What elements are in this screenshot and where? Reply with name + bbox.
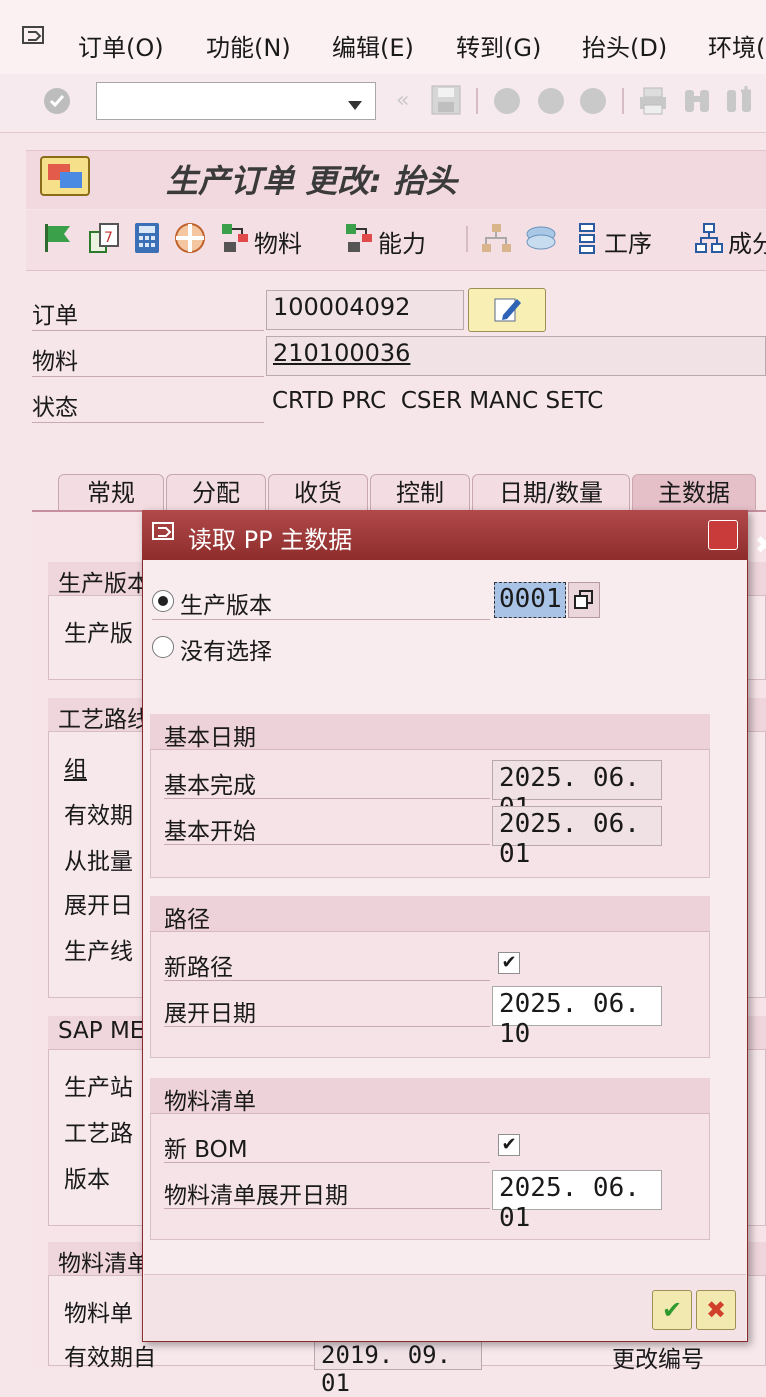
- menu-edit[interactable]: 编辑(E): [332, 28, 414, 63]
- radio-no-selection-label: 没有选择: [180, 639, 272, 665]
- bom-material-label: 物料单: [64, 1301, 133, 1327]
- double-chevron-icon: «: [396, 88, 410, 113]
- save-icon[interactable]: [430, 84, 462, 120]
- component-icon[interactable]: [694, 222, 724, 258]
- dialog-close-button[interactable]: ✖: [708, 520, 766, 559]
- routing-group-label: 组: [64, 757, 87, 783]
- find-icon[interactable]: [682, 86, 712, 120]
- print-icon[interactable]: [638, 86, 668, 120]
- prod-version-field-label: 生产版: [64, 621, 133, 647]
- confirm-check-icon: ✔: [661, 1296, 683, 1324]
- sapme-version-label: 版本: [64, 1167, 110, 1193]
- menu-icon[interactable]: [22, 26, 48, 48]
- operation-button[interactable]: 工序: [604, 224, 652, 259]
- bom-explosion-date-field[interactable]: 2025. 06. 01: [492, 1170, 662, 1233]
- radio-row-line: [152, 618, 490, 620]
- tab-general[interactable]: 常规: [58, 474, 164, 510]
- chevron-down-icon[interactable]: [348, 96, 362, 115]
- capacity-button[interactable]: 能力: [378, 224, 426, 259]
- bom-valid-from-label: 有效期自: [64, 1345, 156, 1371]
- status-value: CRTD PRC CSER MANC SETC: [272, 388, 604, 414]
- toolbar-separator: [466, 226, 468, 252]
- material-field[interactable]: 210100036: [266, 336, 766, 376]
- routing-dialog-header: 路径: [150, 896, 710, 933]
- radio-no-selection[interactable]: [152, 636, 174, 658]
- component-button[interactable]: 成分: [728, 224, 766, 259]
- exit-icon[interactable]: [538, 88, 564, 114]
- prod-version-input[interactable]: 0001: [494, 582, 566, 618]
- flag-icon[interactable]: [42, 222, 74, 258]
- confirm-button[interactable]: ✔: [652, 1290, 692, 1330]
- basic-start-label: 基本开始: [164, 812, 490, 845]
- basic-start-field[interactable]: 2025. 06. 01: [492, 806, 662, 869]
- toolbar-separator: [622, 88, 624, 114]
- routing-lot-label: 从批量: [64, 849, 133, 875]
- basic-dates-header: 基本日期: [150, 714, 710, 751]
- menu-goto[interactable]: 转到(G): [456, 28, 541, 63]
- dialog-title: 读取 PP 主数据: [188, 526, 353, 554]
- enter-check-icon[interactable]: [44, 88, 70, 114]
- bom-valid-from-field[interactable]: 2019. 09. 01: [314, 1338, 482, 1397]
- find-next-icon[interactable]: [724, 86, 754, 120]
- dialog-title-bar: 读取 PP 主数据 ✖: [142, 510, 766, 560]
- menu-order[interactable]: 订单(O): [78, 28, 164, 63]
- material-button[interactable]: 物料: [254, 224, 302, 259]
- close-icon: ✖: [755, 531, 766, 559]
- material-icon[interactable]: [220, 222, 252, 258]
- menu-environment[interactable]: 环境(: [708, 28, 765, 63]
- new-routing-label: 新路径: [164, 948, 490, 981]
- routing-line-label: 生产线: [64, 939, 133, 965]
- order-field[interactable]: 100004092: [266, 290, 464, 330]
- new-bom-checkbox[interactable]: ✔: [498, 1134, 520, 1156]
- menu-bar: 订单(O) 功能(N) 编辑(E) 转到(G) 抬头(D) 环境(: [0, 0, 766, 75]
- explosion-date-label: 展开日期: [164, 994, 490, 1027]
- app-logo-icon: [40, 156, 90, 200]
- command-field[interactable]: [96, 82, 376, 120]
- status-label: 状态: [32, 388, 264, 423]
- toolbar-separator: [476, 88, 478, 114]
- capacity-icon[interactable]: [344, 222, 376, 258]
- change-order-button[interactable]: [468, 288, 546, 332]
- menu-function[interactable]: 功能(N): [206, 28, 291, 63]
- material-label: 物料: [32, 342, 264, 377]
- tab-control[interactable]: 控制: [370, 474, 470, 510]
- basic-finish-field[interactable]: 2025. 06. 01: [492, 760, 662, 823]
- cancel-button[interactable]: ✖: [696, 1290, 736, 1330]
- cancel-icon[interactable]: [580, 88, 606, 114]
- radio-prod-version[interactable]: [152, 590, 174, 612]
- bom-explosion-date-label: 物料清单展开日期: [164, 1176, 490, 1209]
- stack-icon[interactable]: [524, 222, 558, 258]
- copy-icon: [574, 590, 594, 614]
- routing-explode-label: 展开日: [64, 893, 133, 919]
- hierarchy-icon[interactable]: [480, 222, 512, 258]
- tab-goods-receipt[interactable]: 收货: [268, 474, 368, 510]
- sapme-station-label: 生产站: [64, 1075, 133, 1101]
- svg-text:7: 7: [104, 230, 113, 246]
- radio-prod-version-label: 生产版本: [180, 593, 272, 619]
- value-help-button[interactable]: [568, 582, 600, 618]
- operation-icon[interactable]: [576, 222, 598, 258]
- schedule-icon[interactable]: 7: [88, 222, 120, 258]
- explosion-date-field[interactable]: 2025. 06. 10: [492, 986, 662, 1049]
- basic-finish-label: 基本完成: [164, 766, 490, 799]
- tab-dates-quantities[interactable]: 日期/数量: [472, 474, 630, 510]
- order-label: 订单: [32, 296, 264, 331]
- new-routing-checkbox[interactable]: ✔: [498, 952, 520, 974]
- cancel-x-icon: ✖: [705, 1296, 727, 1324]
- back-icon[interactable]: [494, 88, 520, 114]
- dialog-menu-icon: [152, 522, 178, 550]
- tab-master-data[interactable]: 主数据: [632, 474, 756, 510]
- cost-icon[interactable]: [174, 222, 206, 258]
- new-bom-label: 新 BOM: [164, 1130, 490, 1163]
- bom-dialog-header: 物料清单: [150, 1078, 710, 1115]
- menu-header[interactable]: 抬头(D): [582, 28, 667, 63]
- calculator-icon[interactable]: [134, 222, 160, 258]
- tab-assignment[interactable]: 分配: [166, 474, 266, 510]
- material-value[interactable]: 210100036: [273, 339, 410, 367]
- routing-valid-label: 有效期: [64, 803, 133, 829]
- page-title: 生产订单 更改: 抬头: [166, 162, 458, 200]
- sapme-routing-label: 工艺路: [64, 1121, 133, 1147]
- change-number-label: 更改编号: [612, 1347, 704, 1373]
- edit-pencil-icon: [493, 295, 523, 329]
